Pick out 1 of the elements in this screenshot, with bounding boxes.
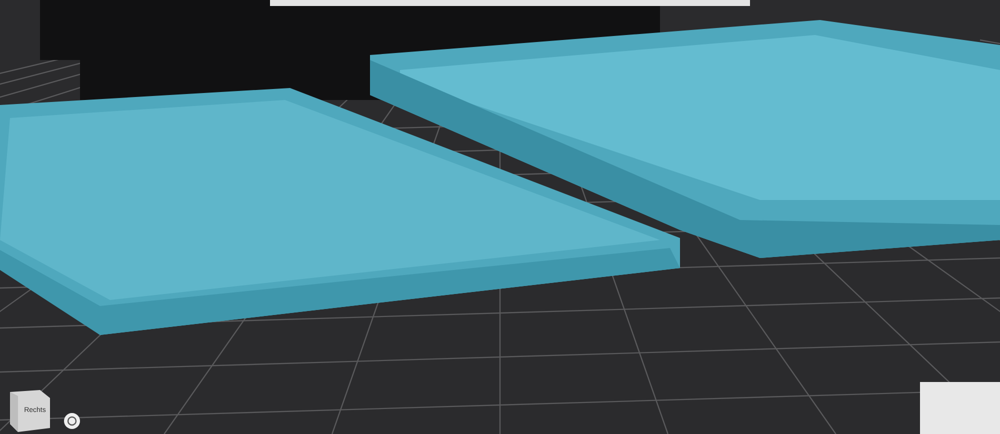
camera-reset-icon[interactable] (64, 413, 80, 429)
